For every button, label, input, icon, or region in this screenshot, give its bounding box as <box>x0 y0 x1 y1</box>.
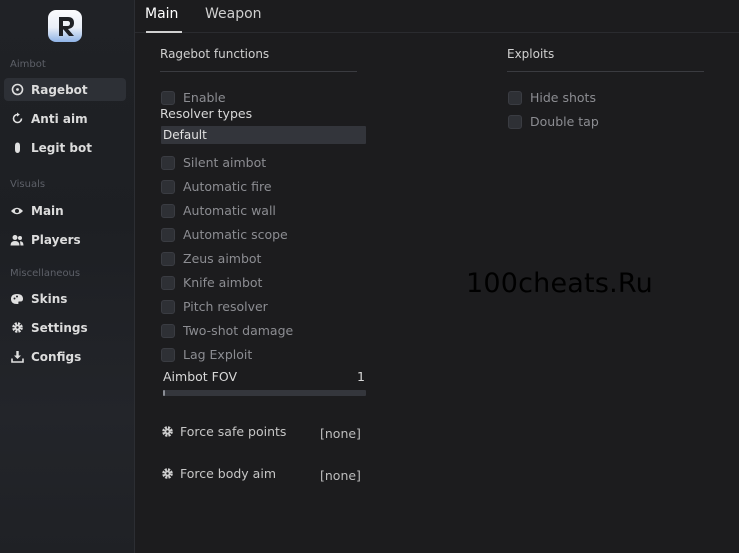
section-title-aimbot: Aimbot <box>10 59 46 70</box>
section-title-visuals: Visuals <box>10 179 46 190</box>
automatic-fire-checkbox-row[interactable]: Automatic fire <box>161 179 272 194</box>
ragebot-group-title: Ragebot functions <box>160 47 270 61</box>
automatic-fire-label: Automatic fire <box>183 179 272 194</box>
zeus-aimbot-checkbox-row[interactable]: Zeus aimbot <box>161 251 261 266</box>
aimbot-fov-slider[interactable] <box>163 390 366 396</box>
pitch-resolver-checkbox[interactable] <box>161 299 175 314</box>
sidebar-item-label: Configs <box>31 349 82 364</box>
zeus-aimbot-label: Zeus aimbot <box>183 251 262 266</box>
exploits-group-title: Exploits <box>507 47 555 61</box>
two-shot-damage-checkbox[interactable] <box>161 323 175 338</box>
eye-icon <box>10 204 24 218</box>
lag-exploit-checkbox-row[interactable]: Lag Exploit <box>161 347 252 362</box>
automatic-scope-label: Automatic scope <box>183 227 288 242</box>
enable-label: Enable <box>183 90 226 105</box>
enable-checkbox-row[interactable]: Enable <box>161 90 226 105</box>
hide-shots-checkbox-row[interactable]: Hide shots <box>508 90 596 105</box>
sidebar-item-label: Anti aim <box>31 111 88 126</box>
force-safe-points-keybind[interactable]: [none] <box>320 426 361 441</box>
double-tap-checkbox-row[interactable]: Double tap <box>508 114 599 129</box>
silent-aimbot-label: Silent aimbot <box>183 155 267 170</box>
aimbot-fov-label: Aimbot FOV <box>163 369 238 384</box>
knife-aimbot-label: Knife aimbot <box>183 275 263 290</box>
tab-weapon[interactable]: Weapon <box>205 6 262 22</box>
watermark-text: 100cheats.Ru <box>466 268 653 299</box>
sidebar-item-label: Ragebot <box>31 82 88 97</box>
sidebar: Aimbot Ragebot Anti aim Legit bot Visual… <box>0 0 135 553</box>
pitch-resolver-label: Pitch resolver <box>183 299 268 314</box>
gear-icon <box>161 467 174 480</box>
ragebot-group-divider <box>160 71 357 72</box>
silent-aimbot-checkbox-row[interactable]: Silent aimbot <box>161 155 266 170</box>
aimbot-fov-value: 1 <box>357 369 365 384</box>
crosshair-icon <box>10 83 24 97</box>
sidebar-item-ragebot[interactable]: Ragebot <box>4 78 126 101</box>
knife-aimbot-checkbox-row[interactable]: Knife aimbot <box>161 275 262 290</box>
automatic-wall-label: Automatic wall <box>183 203 276 218</box>
palette-icon <box>10 292 24 306</box>
users-icon <box>10 233 24 247</box>
sidebar-item-anti-aim[interactable]: Anti aim <box>4 107 126 130</box>
resolver-types-label: Resolver types <box>160 106 253 121</box>
hide-shots-label: Hide shots <box>530 90 596 105</box>
mouse-icon <box>10 141 24 155</box>
force-safe-points-row[interactable]: Force safe points <box>161 424 286 439</box>
double-tap-label: Double tap <box>530 114 599 129</box>
knife-aimbot-checkbox[interactable] <box>161 275 175 290</box>
two-shot-damage-label: Two-shot damage <box>183 323 294 338</box>
gear-icon <box>10 321 24 335</box>
exploits-group-divider <box>507 71 704 72</box>
zeus-aimbot-checkbox[interactable] <box>161 251 175 266</box>
sidebar-item-label: Settings <box>31 320 88 335</box>
sidebar-item-main[interactable]: Main <box>4 199 126 222</box>
sidebar-item-legit-bot[interactable]: Legit bot <box>4 136 126 159</box>
sidebar-item-label: Players <box>31 232 81 247</box>
double-tap-checkbox[interactable] <box>508 114 522 129</box>
aimbot-fov-slider-fill <box>163 390 165 396</box>
two-shot-damage-checkbox-row[interactable]: Two-shot damage <box>161 323 293 338</box>
automatic-wall-checkbox-row[interactable]: Automatic wall <box>161 203 276 218</box>
automatic-scope-checkbox-row[interactable]: Automatic scope <box>161 227 288 242</box>
sidebar-item-label: Main <box>31 203 64 218</box>
sidebar-item-label: Legit bot <box>31 140 92 155</box>
force-body-aim-keybind[interactable]: [none] <box>320 468 361 483</box>
hide-shots-checkbox[interactable] <box>508 90 522 105</box>
automatic-wall-checkbox[interactable] <box>161 203 175 218</box>
active-tab-indicator <box>146 31 182 33</box>
sidebar-item-settings[interactable]: Settings <box>4 316 126 339</box>
app-logo-icon <box>48 10 82 42</box>
force-body-aim-label: Force body aim <box>180 466 276 481</box>
tab-bar: Main Weapon <box>135 0 739 33</box>
silent-aimbot-checkbox[interactable] <box>161 155 175 170</box>
force-safe-points-label: Force safe points <box>180 424 287 439</box>
enable-checkbox[interactable] <box>161 90 175 105</box>
sidebar-item-players[interactable]: Players <box>4 228 126 251</box>
download-icon <box>10 350 24 364</box>
sidebar-item-label: Skins <box>31 291 68 306</box>
force-body-aim-row[interactable]: Force body aim <box>161 466 276 481</box>
rotate-icon <box>10 112 24 126</box>
sidebar-item-skins[interactable]: Skins <box>4 287 126 310</box>
tab-main[interactable]: Main <box>145 6 178 22</box>
automatic-fire-checkbox[interactable] <box>161 179 175 194</box>
lag-exploit-checkbox[interactable] <box>161 347 175 362</box>
resolver-types-dropdown[interactable]: Default <box>161 126 366 144</box>
section-title-miscellaneous: Miscellaneous <box>10 268 81 279</box>
automatic-scope-checkbox[interactable] <box>161 227 175 242</box>
pitch-resolver-checkbox-row[interactable]: Pitch resolver <box>161 299 268 314</box>
gear-icon <box>161 425 174 438</box>
sidebar-item-configs[interactable]: Configs <box>4 345 126 368</box>
lag-exploit-label: Lag Exploit <box>183 347 253 362</box>
